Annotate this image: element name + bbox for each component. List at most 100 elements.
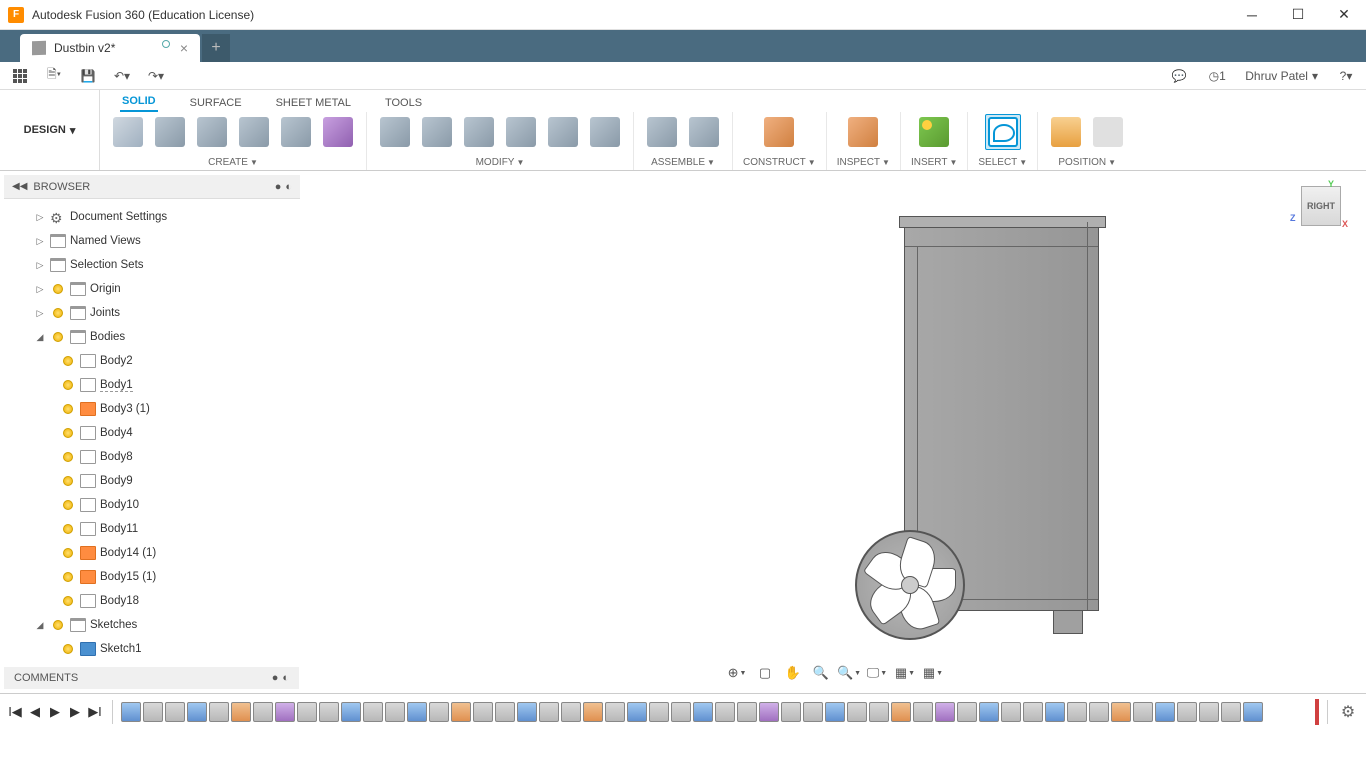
timeline-feature[interactable] [1133, 702, 1153, 722]
tab-surface[interactable]: SURFACE [188, 94, 244, 112]
tree-body15[interactable]: Body15 (1) [4, 565, 300, 589]
visibility-toggle[interactable] [60, 593, 76, 609]
timeline-feature[interactable] [1023, 702, 1043, 722]
canvas-viewport[interactable]: RIGHT Y X Z ⊕▼ ▢ ✋ 🔍 🔍 [304, 171, 1366, 693]
timeline-feature[interactable] [187, 702, 207, 722]
combine-button[interactable] [503, 114, 539, 150]
panel-insert-label[interactable]: INSERT▼ [911, 157, 957, 170]
visibility-toggle[interactable] [60, 473, 76, 489]
tree-body10[interactable]: Body10 [4, 493, 300, 517]
caret-down-icon[interactable]: ◢ [34, 620, 46, 631]
tree-bodies[interactable]: ◢Bodies [4, 325, 300, 349]
timeline-feature[interactable] [517, 702, 537, 722]
timeline-feature[interactable] [363, 702, 383, 722]
tree-selection-sets[interactable]: ▷Selection Sets [4, 253, 300, 277]
position-capture-button[interactable] [1048, 114, 1084, 150]
timeline-feature[interactable] [737, 702, 757, 722]
caret-right-icon[interactable]: ▷ [34, 212, 46, 223]
timeline-feature[interactable] [1001, 702, 1021, 722]
tree-body14[interactable]: Body14 (1) [4, 541, 300, 565]
panel-select-label[interactable]: SELECT▼ [978, 157, 1027, 170]
comments-expand-icon[interactable]: ◐ [282, 672, 289, 684]
visibility-toggle[interactable] [60, 521, 76, 537]
timeline-feature[interactable] [1199, 702, 1219, 722]
timeline-feature[interactable] [385, 702, 405, 722]
timeline-start-button[interactable]: I◀ [6, 703, 24, 721]
timeline-feature[interactable] [781, 702, 801, 722]
timeline-feature[interactable] [1155, 702, 1175, 722]
help-button[interactable]: ?▾ [1336, 66, 1356, 86]
timeline-feature[interactable] [1045, 702, 1065, 722]
visibility-toggle[interactable] [60, 545, 76, 561]
job-status-button[interactable]: ◷ 1 [1207, 66, 1227, 86]
timeline-feature[interactable] [715, 702, 735, 722]
timeline-end-button[interactable]: ▶I [86, 703, 104, 721]
tree-joints[interactable]: ▷Joints [4, 301, 300, 325]
viewcube-face[interactable]: RIGHT [1301, 186, 1341, 226]
timeline-feature[interactable] [957, 702, 977, 722]
data-panel-button[interactable] [10, 66, 30, 86]
tree-body11[interactable]: Body11 [4, 517, 300, 541]
tree-body8[interactable]: Body8 [4, 445, 300, 469]
close-button[interactable]: ✕ [1330, 5, 1358, 25]
create-sketch-button[interactable] [110, 114, 146, 150]
measure-button[interactable] [845, 114, 881, 150]
workspace-switcher[interactable]: DESIGN▾ [0, 90, 100, 170]
timeline-feature[interactable] [561, 702, 581, 722]
tree-sketches[interactable]: ◢Sketches [4, 613, 300, 637]
timeline-feature[interactable] [121, 702, 141, 722]
timeline-feature[interactable] [979, 702, 999, 722]
panel-create-label[interactable]: CREATE▼ [208, 157, 258, 170]
caret-right-icon[interactable]: ▷ [34, 308, 46, 319]
viewport-button[interactable]: ▦▼ [921, 663, 945, 683]
select-button[interactable] [985, 114, 1021, 150]
tree-document-settings[interactable]: ▷⚙Document Settings [4, 205, 300, 229]
timeline-feature[interactable] [253, 702, 273, 722]
timeline-feature[interactable] [891, 702, 911, 722]
press-pull-button[interactable] [377, 114, 413, 150]
browser-options-icon[interactable]: ● [275, 181, 282, 193]
panel-position-label[interactable]: POSITION▼ [1058, 157, 1116, 170]
timeline-feature[interactable] [231, 702, 251, 722]
hole-button[interactable] [236, 114, 272, 150]
fit-button[interactable]: 🔍▼ [837, 663, 861, 683]
timeline-feature[interactable] [649, 702, 669, 722]
caret-down-icon[interactable]: ◢ [34, 332, 46, 343]
panel-inspect-label[interactable]: INSPECT▼ [837, 157, 890, 170]
timeline-feature[interactable] [165, 702, 185, 722]
visibility-toggle[interactable] [60, 353, 76, 369]
fillet-button[interactable] [419, 114, 455, 150]
visibility-toggle[interactable] [50, 617, 66, 633]
grid-settings-button[interactable]: ▦▼ [893, 663, 917, 683]
visibility-toggle[interactable] [60, 569, 76, 585]
timeline-feature[interactable] [847, 702, 867, 722]
tab-sheet-metal[interactable]: SHEET METAL [274, 94, 353, 112]
visibility-toggle[interactable] [60, 425, 76, 441]
timeline-feature[interactable] [869, 702, 889, 722]
viewcube[interactable]: RIGHT Y X Z [1296, 181, 1346, 231]
joint-button[interactable] [686, 114, 722, 150]
look-at-button[interactable]: ▢ [753, 663, 777, 683]
comments-bar[interactable]: COMMENTS ●◐ [4, 667, 299, 689]
visibility-toggle[interactable] [50, 305, 66, 321]
timeline-feature[interactable] [935, 702, 955, 722]
timeline-feature[interactable] [913, 702, 933, 722]
pan-button[interactable]: ✋ [781, 663, 805, 683]
timeline-feature[interactable] [1067, 702, 1087, 722]
new-component-button[interactable] [644, 114, 680, 150]
timeline-feature[interactable] [1111, 702, 1131, 722]
maximize-button[interactable]: ☐ [1284, 5, 1312, 25]
visibility-toggle[interactable] [60, 377, 76, 393]
caret-right-icon[interactable]: ▷ [34, 236, 46, 247]
timeline-feature[interactable] [627, 702, 647, 722]
timeline-feature[interactable] [1089, 702, 1109, 722]
revolve-button[interactable] [194, 114, 230, 150]
timeline-feature[interactable] [539, 702, 559, 722]
collapse-icon[interactable]: ◀◀ [12, 181, 27, 192]
timeline-feature[interactable] [407, 702, 427, 722]
timeline-feature[interactable] [275, 702, 295, 722]
visibility-toggle[interactable] [60, 401, 76, 417]
timeline-feature[interactable] [1243, 702, 1263, 722]
visibility-toggle[interactable] [50, 281, 66, 297]
tree-origin[interactable]: ▷Origin [4, 277, 300, 301]
